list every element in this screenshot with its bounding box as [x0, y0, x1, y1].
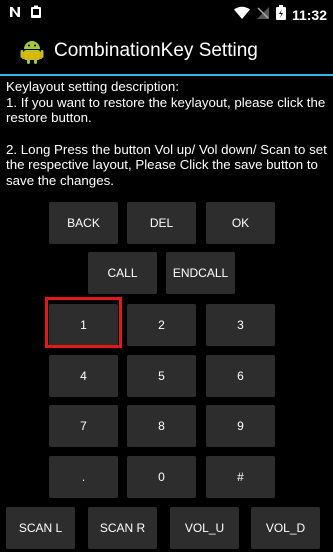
- status-bar: 11:32: [0, 0, 333, 28]
- key-5-button[interactable]: 5: [127, 355, 196, 397]
- page-title: CombinationKey Setting: [54, 40, 258, 61]
- key-9-button[interactable]: 9: [206, 405, 275, 447]
- back-key-button[interactable]: BACK: [49, 202, 118, 244]
- battery-icon: [275, 5, 286, 25]
- key-3-button[interactable]: 3: [206, 304, 275, 346]
- scan-r-button[interactable]: SCAN R: [88, 507, 157, 549]
- status-time: 11:32: [291, 7, 327, 23]
- key-4-button[interactable]: 4: [49, 355, 118, 397]
- action-bar: CombinationKey Setting: [0, 28, 333, 74]
- title-divider: [0, 74, 333, 76]
- wifi-icon: [233, 6, 250, 25]
- description-step-2: 2. Long Press the button Vol up/ Vol dow…: [6, 141, 327, 188]
- endcall-key-button[interactable]: ENDCALL: [166, 252, 235, 294]
- clipboard-notification-icon: [30, 5, 42, 24]
- del-key-button[interactable]: DEL: [127, 202, 196, 244]
- android-app-icon: [20, 38, 44, 64]
- ok-key-button[interactable]: OK: [206, 202, 275, 244]
- key-0-button[interactable]: 0: [127, 456, 196, 498]
- vol-up-button[interactable]: VOL_U: [170, 507, 239, 549]
- description-heading: Keylayout setting description:: [6, 79, 179, 94]
- key-6-button[interactable]: 6: [206, 355, 275, 397]
- vol-down-button[interactable]: VOL_D: [251, 507, 320, 549]
- description-text: Keylayout setting description: 1. If you…: [6, 79, 328, 188]
- scan-l-button[interactable]: SCAN L: [6, 507, 75, 549]
- key-2-button[interactable]: 2: [127, 304, 196, 346]
- selection-highlight: [45, 297, 122, 348]
- no-signal-icon: [256, 6, 270, 25]
- description-step-1: 1. If you want to restore the keylayout,…: [6, 94, 326, 126]
- call-key-button[interactable]: CALL: [88, 252, 157, 294]
- key-7-button[interactable]: 7: [49, 405, 118, 447]
- n-notification-icon: [8, 5, 22, 24]
- key-dot-button[interactable]: .: [49, 456, 118, 498]
- key-8-button[interactable]: 8: [127, 405, 196, 447]
- key-hash-button[interactable]: #: [206, 456, 275, 498]
